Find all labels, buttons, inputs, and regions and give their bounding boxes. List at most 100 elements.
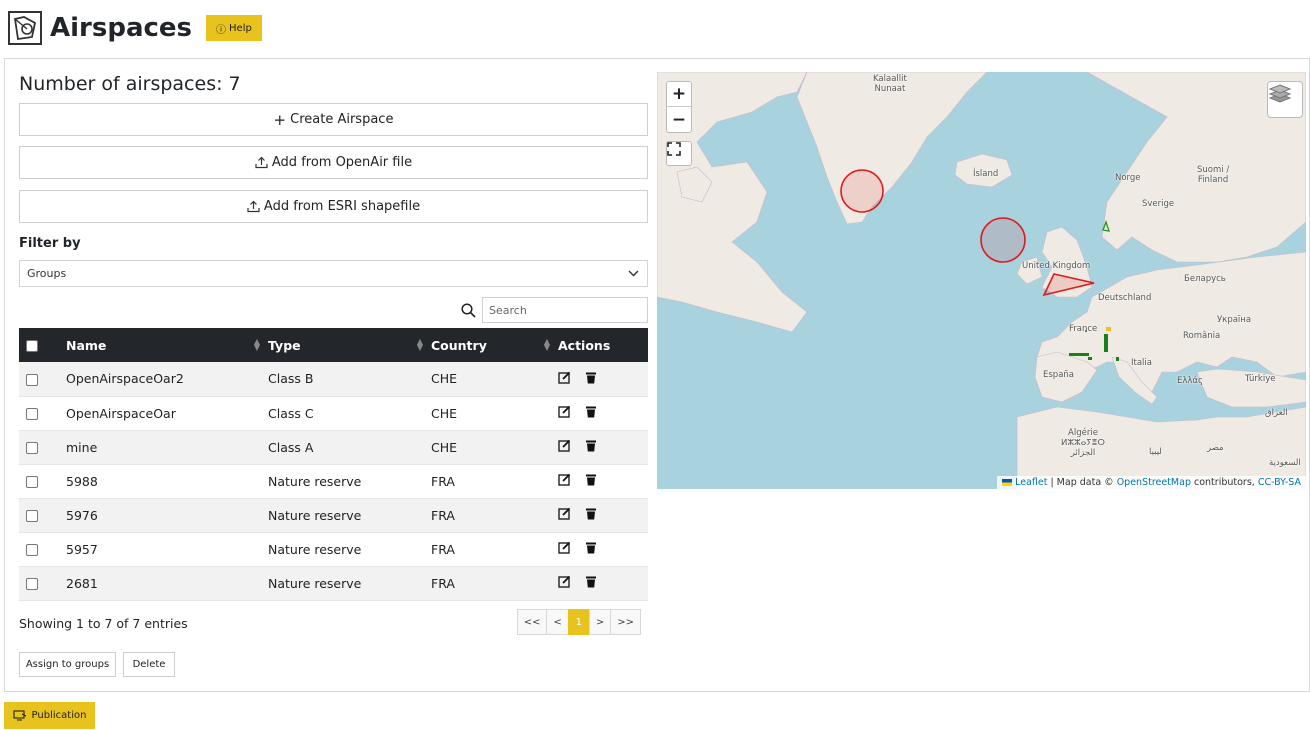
map-label-norway: Norge	[1115, 173, 1141, 183]
airspaces-table: Name ▲ ▼ Type ▲ ▼ Country ▲ ▼ Actions Op…	[19, 328, 648, 601]
osm-link[interactable]: OpenStreetMap	[1117, 477, 1191, 488]
add-esri-button[interactable]: Add from ESRI shapefile	[19, 190, 648, 223]
assign-to-groups-button[interactable]: Assign to groups	[19, 652, 116, 677]
page-last-button[interactable]: >>	[610, 609, 641, 635]
cell-actions	[558, 498, 648, 532]
layers-button[interactable]	[1267, 81, 1303, 118]
row-checkbox[interactable]	[26, 408, 38, 420]
airspace-map[interactable]: Kalaallit Nunaat Ísland Norge Suomi / Fi…	[657, 72, 1306, 489]
map-label-finland: Suomi / Finland	[1197, 165, 1230, 185]
column-name[interactable]: Name ▲ ▼	[66, 328, 268, 362]
airspaces-card: Number of airspaces: 7 + Create Airspace…	[4, 58, 1310, 692]
cell-name: 5957	[66, 541, 98, 557]
map-label-greece: Ελλάς	[1177, 376, 1204, 386]
column-actions: Actions	[558, 328, 648, 362]
edit-icon[interactable]	[558, 507, 571, 523]
map-label-iceland: Ísland	[973, 169, 999, 179]
delete-selected-button[interactable]: Delete	[123, 652, 175, 677]
page-next-button[interactable]: >	[588, 609, 612, 635]
table-body: OpenAirspaceOar2 Class B CHE OpenAirspaceOa…	[19, 362, 648, 600]
row-checkbox[interactable]	[26, 442, 38, 454]
trash-icon[interactable]	[585, 473, 597, 489]
license-link[interactable]: CC-BY-SA	[1258, 477, 1301, 488]
edit-icon[interactable]	[558, 541, 571, 557]
map-label-ukraine: Україна	[1217, 315, 1252, 325]
row-checkbox[interactable]	[26, 578, 38, 590]
leaflet-link[interactable]: Leaflet	[1015, 477, 1047, 488]
trash-icon[interactable]	[585, 405, 597, 421]
cell-actions	[558, 362, 648, 396]
page-first-button[interactable]: <<	[516, 609, 548, 635]
map-label-egypt: مصر	[1207, 443, 1224, 453]
cell-country: CHE	[431, 371, 458, 387]
table-row: 5957 Nature reserve FRA	[19, 532, 648, 566]
cell-type: Class A	[268, 439, 314, 455]
row-checkbox[interactable]	[26, 544, 38, 556]
trash-icon[interactable]	[585, 575, 597, 591]
publication-button[interactable]: Publication	[4, 702, 95, 729]
map-label-saudi: السعودية	[1269, 458, 1301, 468]
column-type-label: Type	[268, 337, 301, 353]
cell-type: Nature reserve	[268, 541, 362, 557]
edit-icon[interactable]	[558, 405, 571, 421]
sort-icon: ▲ ▼	[253, 337, 260, 352]
trash-icon[interactable]	[585, 371, 597, 387]
attribution-text: | Map data ©	[1047, 477, 1117, 488]
select-all-cell	[19, 328, 66, 362]
table-row: 5976 Nature reserve FRA	[19, 498, 648, 532]
row-select-cell	[19, 498, 66, 532]
cell-actions	[558, 396, 648, 430]
table-header-row: Name ▲ ▼ Type ▲ ▼ Country ▲ ▼ Actions	[19, 328, 648, 362]
table-row: 5988 Nature reserve FRA	[19, 464, 648, 498]
cell-name: 5988	[66, 473, 98, 489]
column-country[interactable]: Country ▲ ▼	[431, 328, 558, 362]
info-icon: ⓘ	[216, 24, 227, 36]
column-name-label: Name	[66, 337, 107, 353]
cell-actions	[558, 464, 648, 498]
search-input[interactable]	[482, 297, 648, 323]
row-checkbox[interactable]	[26, 476, 38, 488]
cell-country: CHE	[431, 405, 458, 421]
select-all-checkbox[interactable]	[26, 340, 38, 352]
cell-name: 2681	[66, 575, 98, 591]
help-button[interactable]: ⓘ Help	[206, 15, 262, 41]
trash-icon[interactable]	[585, 507, 597, 523]
groups-select[interactable]: Groups	[19, 260, 648, 287]
edit-icon[interactable]	[558, 473, 571, 489]
map-label-uk: United Kingdom	[1022, 261, 1091, 271]
trash-icon[interactable]	[585, 439, 597, 455]
page-current-button[interactable]: 1	[567, 609, 590, 635]
ukraine-flag-icon	[1002, 479, 1013, 486]
cell-actions	[558, 430, 648, 464]
cell-name: mine	[66, 439, 98, 455]
fullscreen-icon	[667, 142, 681, 156]
trash-icon[interactable]	[585, 541, 597, 557]
edit-icon[interactable]	[558, 371, 571, 387]
edit-icon[interactable]	[558, 439, 571, 455]
cell-type: Nature reserve	[268, 473, 362, 489]
zoom-out-button[interactable]: −	[667, 107, 691, 132]
cell-type: Nature reserve	[268, 507, 362, 523]
search-row	[461, 297, 648, 323]
page-prev-button[interactable]: <	[546, 609, 569, 635]
publication-icon	[12, 710, 26, 721]
add-openair-button[interactable]: Add from OpenAir file	[19, 146, 648, 179]
add-esri-label: Add from ESRI shapefile	[263, 199, 421, 214]
create-airspace-button[interactable]: + Create Airspace	[19, 103, 648, 136]
column-type[interactable]: Type ▲ ▼	[268, 328, 431, 362]
chevron-down-icon	[628, 270, 639, 277]
row-checkbox[interactable]	[26, 373, 38, 386]
sort-icon: ▲ ▼	[416, 337, 423, 352]
zoom-control: + −	[666, 81, 692, 133]
cell-name: OpenAirspaceOar2	[66, 371, 184, 387]
fullscreen-button[interactable]	[666, 141, 692, 166]
edit-icon[interactable]	[558, 575, 571, 591]
map-label-italy: Italia	[1131, 358, 1152, 368]
add-openair-label: Add from OpenAir file	[271, 155, 413, 170]
layers-icon	[1268, 84, 1292, 103]
zoom-in-button[interactable]: +	[667, 82, 691, 107]
cell-type: Nature reserve	[268, 575, 362, 591]
row-checkbox[interactable]	[26, 510, 38, 522]
cell-actions	[558, 566, 648, 600]
map-label-libya: ليبيا	[1149, 447, 1162, 457]
